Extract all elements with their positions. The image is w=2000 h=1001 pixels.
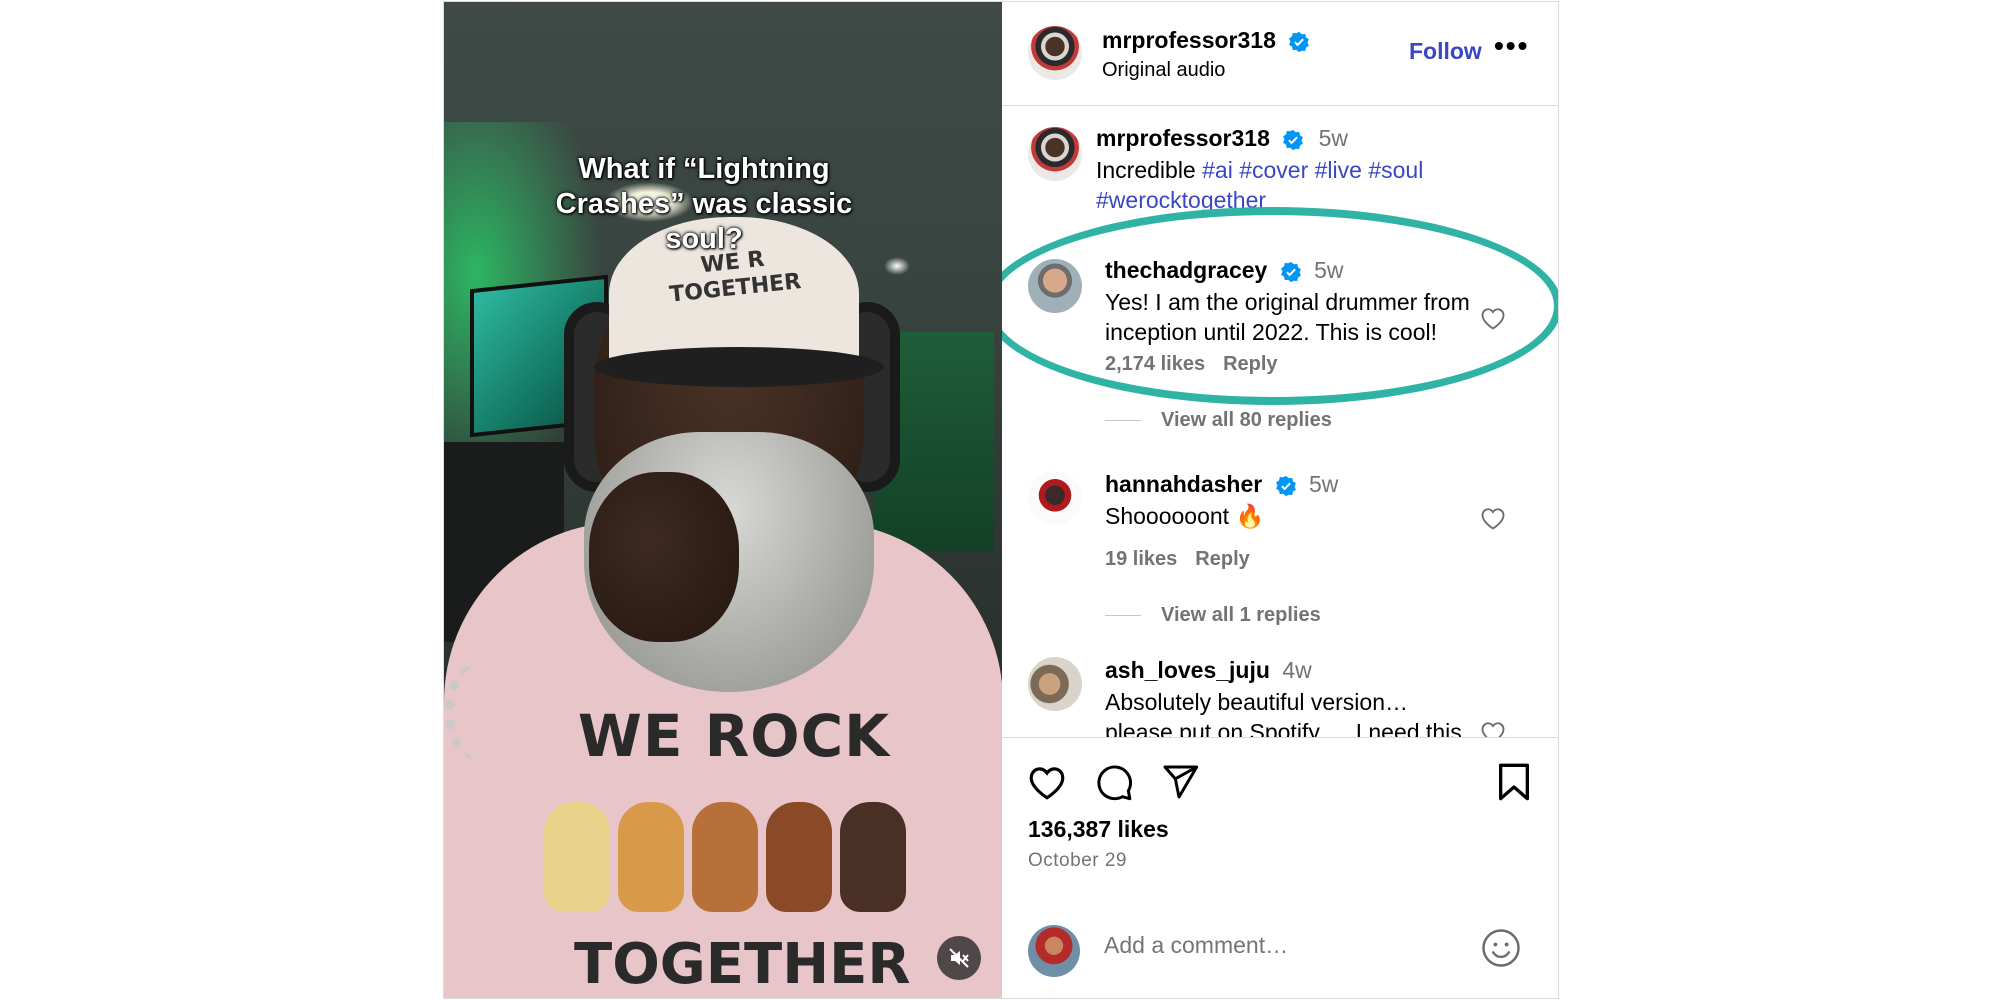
post-header: mrprofessor318 Original audio Follow ••• [1002, 2, 1558, 106]
view-replies-label[interactable]: View all 80 replies [1161, 409, 1332, 431]
caption-hashtags-1[interactable]: #ai #cover #live #soul [1202, 157, 1423, 183]
author-username-row[interactable]: mrprofessor318 [1102, 27, 1310, 54]
comment-time: 4w [1282, 657, 1312, 683]
view-replies-button[interactable]: View all 80 replies [1105, 409, 1332, 432]
video-caption-overlay: What if “Lightning Crashes” was classic … [544, 152, 864, 257]
verified-badge-icon [1280, 261, 1301, 283]
caption-text: Incredible #ai #cover #live #soul #weroc… [1096, 155, 1423, 215]
view-replies-label[interactable]: View all 1 replies [1161, 604, 1321, 626]
save-bookmark-icon[interactable] [1496, 762, 1532, 802]
emoji-icon[interactable] [1480, 927, 1522, 969]
speaker-muted-icon [949, 948, 969, 968]
comment-bubble-icon[interactable] [1094, 762, 1134, 802]
comment-text: Absolutely beautiful version… please put… [1105, 687, 1462, 737]
shirt-text-bottom: TOGETHER [574, 932, 911, 997]
mute-button[interactable] [937, 936, 981, 980]
comment-likes[interactable]: 19 likes [1105, 548, 1177, 570]
reply-button[interactable]: Reply [1223, 353, 1277, 375]
comment-username[interactable]: ash_loves_juju [1105, 657, 1270, 683]
post-viewer: WE R TOGETHER WE ROCK TOGETHER What if “… [443, 1, 1559, 999]
comment-avatar[interactable] [1028, 657, 1082, 711]
post-sidebar: mrprofessor318 Original audio Follow •••… [1002, 2, 1558, 998]
caption-username-row: mrprofessor318 5w [1096, 125, 1348, 152]
comment-time: 5w [1314, 257, 1344, 283]
comment-time: 5w [1309, 471, 1339, 497]
post-actions: 136,387 likes October 29 [1002, 737, 1558, 918]
verified-badge-icon [1275, 475, 1296, 497]
video-player[interactable]: WE R TOGETHER WE ROCK TOGETHER What if “… [444, 2, 1002, 998]
comment-text: Yes! I am the original drummer from ince… [1105, 287, 1470, 347]
comment-line: Yes! I am the original drummer from [1105, 289, 1470, 315]
comment-username[interactable]: hannahdasher [1105, 471, 1262, 497]
post-likes-count[interactable]: 136,387 likes [1028, 816, 1169, 843]
comment-line: inception until 2022. This is cool! [1105, 319, 1437, 345]
like-comment-heart-icon[interactable] [1479, 305, 1507, 331]
post-date[interactable]: October 29 [1028, 850, 1127, 872]
reply-button[interactable]: Reply [1195, 548, 1249, 570]
like-heart-icon[interactable] [1026, 762, 1068, 802]
comment-line: please put on Spotify … I need this [1105, 719, 1462, 737]
ceiling-light-small [884, 257, 910, 275]
caption-username[interactable]: mrprofessor318 [1096, 125, 1270, 151]
replies-divider [1105, 615, 1141, 617]
comment-line: Absolutely beautiful version… [1105, 689, 1408, 715]
overlay-line-1: What if “Lightning [578, 153, 830, 185]
audio-label[interactable]: Original audio [1102, 59, 1225, 82]
comment-line: Shoooooont 🔥 [1105, 503, 1265, 529]
add-comment-input[interactable] [1102, 931, 1446, 960]
current-user-avatar [1028, 925, 1080, 977]
comment-avatar[interactable] [1028, 259, 1082, 313]
like-comment-heart-icon[interactable] [1479, 719, 1507, 737]
caption-time: 5w [1318, 125, 1349, 151]
caption-hashtags-2[interactable]: #werocktogether [1096, 187, 1266, 213]
shirt-hands-graphic [544, 802, 906, 912]
add-comment-bar [1002, 900, 1558, 1001]
replies-divider [1105, 420, 1141, 422]
verified-badge-icon [1283, 129, 1304, 151]
comment-username[interactable]: thechadgracey [1105, 257, 1267, 283]
caption-body: Incredible [1096, 157, 1196, 183]
comment-avatar[interactable] [1028, 471, 1082, 525]
share-paper-plane-icon[interactable] [1160, 762, 1200, 802]
overlay-line-3: soul? [665, 223, 743, 255]
comment-username-row: thechadgracey 5w [1105, 257, 1344, 284]
comment-text: Shoooooont 🔥 [1105, 501, 1264, 531]
author-avatar[interactable] [1028, 26, 1082, 80]
comment-username-row: hannahdasher 5w [1105, 471, 1338, 498]
more-options-icon[interactable]: ••• [1494, 30, 1529, 62]
comments-list[interactable]: mrprofessor318 5w Incredible #ai #cover … [1002, 107, 1558, 737]
verified-badge-icon [1289, 31, 1310, 53]
shirt-text-top: WE ROCK [577, 702, 891, 770]
author-username[interactable]: mrprofessor318 [1102, 27, 1276, 53]
view-replies-button[interactable]: View all 1 replies [1105, 604, 1321, 627]
comment-meta: 19 likes Reply [1105, 548, 1268, 571]
cap-brim [594, 347, 884, 387]
comment-meta: 2,174 likes Reply [1105, 353, 1296, 376]
hand [589, 472, 739, 642]
comment-likes[interactable]: 2,174 likes [1105, 353, 1205, 375]
follow-button[interactable]: Follow [1409, 38, 1482, 65]
bracelet [444, 662, 524, 762]
overlay-line-2: Crashes” was classic [555, 188, 853, 220]
caption-avatar[interactable] [1028, 127, 1082, 181]
like-comment-heart-icon[interactable] [1479, 505, 1507, 531]
comment-username-row: ash_loves_juju 4w [1105, 657, 1312, 684]
